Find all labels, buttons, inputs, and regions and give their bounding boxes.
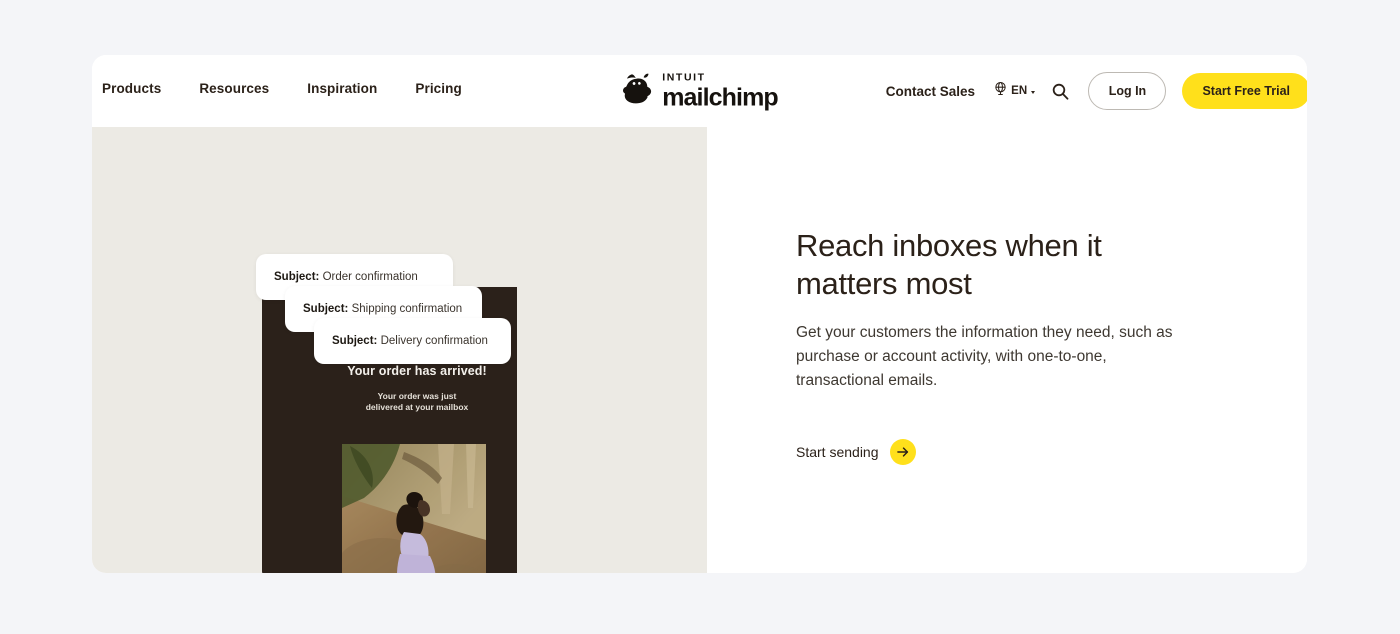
mailchimp-chimp-icon — [621, 73, 655, 110]
hero-description: Get your customers the information they … — [796, 324, 1173, 390]
language-selector[interactable]: EN — [993, 81, 1036, 101]
mailchimp-wordmark: INTUIT mailchimp — [662, 72, 778, 110]
login-button[interactable]: Log In — [1088, 72, 1167, 110]
contact-sales-link[interactable]: Contact Sales — [886, 84, 975, 99]
email-subtext-line1: Your order was just — [377, 391, 457, 401]
cyclist-photo — [342, 444, 486, 573]
nav-item-products[interactable]: Products — [102, 81, 161, 96]
header-actions: Contact Sales EN Log In Start Free Trial — [886, 55, 1307, 127]
email-subtext-line2: delivered at your mailbox — [365, 402, 469, 413]
chevron-down-icon — [1031, 90, 1036, 94]
start-sending-cta[interactable]: Start sending — [796, 439, 916, 466]
mailchimp-logo[interactable]: INTUIT mailchimp — [621, 72, 779, 110]
page-container: Products Resources Inspiration Pricing I… — [92, 55, 1307, 573]
subject-label: Subject: — [303, 303, 349, 315]
subject-value: Delivery confirmation — [380, 335, 488, 347]
subject-line-order: Subject: Order confirmation — [274, 271, 418, 283]
email-body: Your order has arrived! Your order was j… — [317, 364, 517, 414]
start-free-trial-button[interactable]: Start Free Trial — [1182, 73, 1307, 109]
subject-card-delivery: Subject: Delivery confirmation — [314, 318, 511, 364]
page-title: Reach inboxes when it matters most — [796, 228, 1102, 302]
nav-item-resources[interactable]: Resources — [199, 81, 269, 96]
hero-illustration-panel: Subject: Order confirmation Subject: Shi… — [92, 127, 707, 573]
nav-item-pricing[interactable]: Pricing — [415, 81, 461, 96]
globe-icon — [993, 81, 1008, 101]
nav-item-inspiration[interactable]: Inspiration — [307, 81, 377, 96]
subject-line-delivery: Subject: Delivery confirmation — [332, 335, 488, 347]
primary-nav: Products Resources Inspiration Pricing — [102, 81, 462, 96]
logo-intuit-text: INTUIT — [662, 71, 706, 84]
email-subtext: Your order was just delivered at your ma… — [317, 391, 517, 414]
start-sending-label: Start sending — [796, 444, 879, 461]
hero-copy-panel: Reach inboxes when it matters most Get y… — [707, 127, 1307, 573]
email-headline: Your order has arrived! — [347, 364, 487, 378]
subject-line-shipping: Subject: Shipping confirmation — [303, 303, 462, 315]
subject-label: Subject: — [274, 271, 320, 283]
hero-copy: Reach inboxes when it matters most Get y… — [796, 227, 1186, 466]
site-header: Products Resources Inspiration Pricing I… — [92, 55, 1307, 127]
subject-value: Order confirmation — [322, 271, 418, 283]
search-icon[interactable] — [1051, 82, 1070, 101]
subject-label: Subject: — [332, 335, 378, 347]
language-label: EN — [1011, 85, 1028, 97]
arrow-right-icon — [889, 439, 916, 466]
logo-mailchimp-text: mailchimp — [662, 82, 778, 111]
page-container-inner: Products Resources Inspiration Pricing I… — [92, 55, 1307, 573]
subject-value: Shipping confirmation — [351, 303, 463, 315]
